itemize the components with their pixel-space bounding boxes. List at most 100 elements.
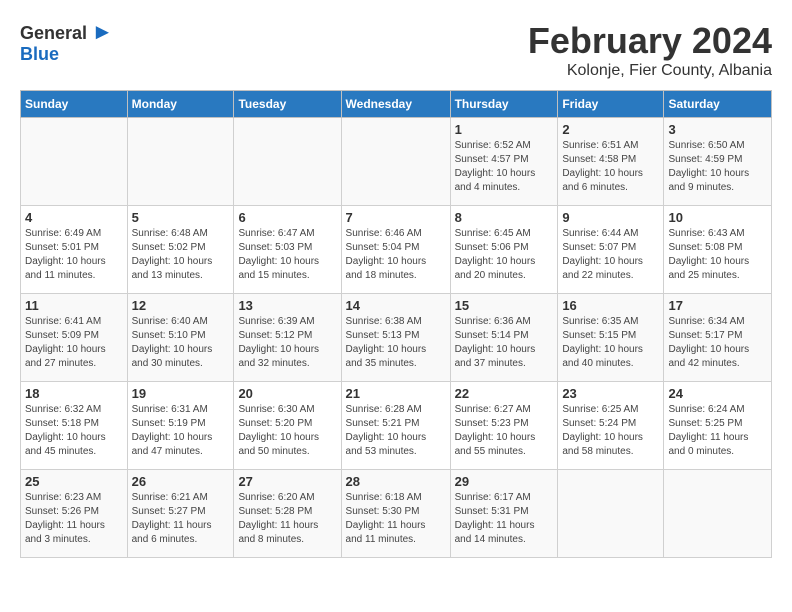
day-info: Sunrise: 6:35 AM Sunset: 5:15 PM Dayligh… [562,315,659,371]
day-info: Sunrise: 6:51 AM Sunset: 4:58 PM Dayligh… [562,139,659,195]
day-info: Sunrise: 6:45 AM Sunset: 5:06 PM Dayligh… [455,227,554,283]
day-info: Sunrise: 6:18 AM Sunset: 5:30 PM Dayligh… [346,491,446,547]
day-number: 14 [346,298,446,313]
calendar-cell: 7 Sunrise: 6:46 AM Sunset: 5:04 PM Daylig… [341,206,450,294]
day-info: Sunrise: 6:21 AM Sunset: 5:27 PM Dayligh… [132,491,230,547]
day-info: Sunrise: 6:24 AM Sunset: 5:25 PM Dayligh… [668,403,767,459]
calendar-week-row: 11 Sunrise: 6:41 AM Sunset: 5:09 PM Dayli… [21,294,772,382]
calendar-cell: 20 Sunrise: 6:30 AM Sunset: 5:20 PM Dayli… [234,382,341,470]
column-header-monday: Monday [127,91,234,118]
day-info: Sunrise: 6:38 AM Sunset: 5:13 PM Dayligh… [346,315,446,371]
calendar-cell: 21Sunrise: 6:28 AM Sunset: 5:21 PM Dayli… [341,382,450,470]
day-number: 12 [132,298,230,313]
day-number: 10 [668,210,767,225]
day-info: Sunrise: 6:36 AM Sunset: 5:14 PM Dayligh… [455,315,554,371]
day-number: 1 [455,122,554,137]
calendar-cell: 24Sunrise: 6:24 AM Sunset: 5:25 PM Dayli… [664,382,772,470]
page-header: General ► Blue February 2024 Kolonje, Fi… [20,20,772,80]
calendar-cell: 15 Sunrise: 6:36 AM Sunset: 5:14 PM Dayli… [450,294,558,382]
calendar-cell: 6 Sunrise: 6:47 AM Sunset: 5:03 PM Daylig… [234,206,341,294]
calendar-cell: 2 Sunrise: 6:51 AM Sunset: 4:58 PM Daylig… [558,118,664,206]
column-header-wednesday: Wednesday [341,91,450,118]
day-number: 28 [346,474,446,489]
calendar-cell [558,470,664,558]
day-number: 15 [455,298,554,313]
calendar-cell: 12 Sunrise: 6:40 AM Sunset: 5:10 PM Dayli… [127,294,234,382]
day-info: Sunrise: 6:41 AM Sunset: 5:09 PM Dayligh… [25,315,123,371]
day-number: 9 [562,210,659,225]
calendar-cell: 28 Sunrise: 6:18 AM Sunset: 5:30 PM Dayli… [341,470,450,558]
day-number: 27 [238,474,336,489]
day-info: Sunrise: 6:43 AM Sunset: 5:08 PM Dayligh… [668,227,767,283]
day-number: 20 [238,386,336,401]
calendar-cell [127,118,234,206]
calendar-cell: 13Sunrise: 6:39 AM Sunset: 5:12 PM Dayli… [234,294,341,382]
calendar-cell: 19Sunrise: 6:31 AM Sunset: 5:19 PM Dayli… [127,382,234,470]
calendar-cell: 10 Sunrise: 6:43 AM Sunset: 5:08 PM Dayli… [664,206,772,294]
calendar-cell: 29Sunrise: 6:17 AM Sunset: 5:31 PM Dayli… [450,470,558,558]
calendar-cell [21,118,128,206]
day-number: 4 [25,210,123,225]
calendar-title: February 2024 [528,20,772,62]
day-info: Sunrise: 6:27 AM Sunset: 5:23 PM Dayligh… [455,403,554,459]
calendar-cell: 23Sunrise: 6:25 AM Sunset: 5:24 PM Dayli… [558,382,664,470]
calendar-cell: 11 Sunrise: 6:41 AM Sunset: 5:09 PM Dayli… [21,294,128,382]
calendar-cell [341,118,450,206]
day-number: 3 [668,122,767,137]
column-header-thursday: Thursday [450,91,558,118]
day-number: 19 [132,386,230,401]
day-number: 23 [562,386,659,401]
calendar-cell: 17 Sunrise: 6:34 AM Sunset: 5:17 PM Dayli… [664,294,772,382]
calendar-cell: 16 Sunrise: 6:35 AM Sunset: 5:15 PM Dayli… [558,294,664,382]
day-info: Sunrise: 6:48 AM Sunset: 5:02 PM Dayligh… [132,227,230,283]
calendar-location: Kolonje, Fier County, Albania [528,62,772,80]
day-number: 17 [668,298,767,313]
day-number: 29 [455,474,554,489]
day-info: Sunrise: 6:49 AM Sunset: 5:01 PM Dayligh… [25,227,123,283]
day-number: 8 [455,210,554,225]
calendar-cell: 4 Sunrise: 6:49 AM Sunset: 5:01 PM Daylig… [21,206,128,294]
day-info: Sunrise: 6:44 AM Sunset: 5:07 PM Dayligh… [562,227,659,283]
day-number: 5 [132,210,230,225]
calendar-cell: 3 Sunrise: 6:50 AM Sunset: 4:59 PM Daylig… [664,118,772,206]
logo-text: General ► [20,20,113,44]
calendar-cell: 14 Sunrise: 6:38 AM Sunset: 5:13 PM Dayli… [341,294,450,382]
day-number: 22 [455,386,554,401]
day-number: 13 [238,298,336,313]
calendar-week-row: 25Sunrise: 6:23 AM Sunset: 5:26 PM Dayli… [21,470,772,558]
day-number: 16 [562,298,659,313]
calendar-cell: 1 Sunrise: 6:52 AM Sunset: 4:57 PM Daylig… [450,118,558,206]
day-number: 11 [25,298,123,313]
calendar-cell [664,470,772,558]
calendar-cell: 18Sunrise: 6:32 AM Sunset: 5:18 PM Dayli… [21,382,128,470]
day-info: Sunrise: 6:34 AM Sunset: 5:17 PM Dayligh… [668,315,767,371]
column-header-sunday: Sunday [21,91,128,118]
calendar-cell: 27 Sunrise: 6:20 AM Sunset: 5:28 PM Dayli… [234,470,341,558]
calendar-cell: 22 Sunrise: 6:27 AM Sunset: 5:23 PM Dayli… [450,382,558,470]
logo: General ► Blue [20,20,113,65]
calendar-title-area: February 2024 Kolonje, Fier County, Alba… [528,20,772,80]
logo-blue-text: Blue [20,44,113,65]
calendar-week-row: 4 Sunrise: 6:49 AM Sunset: 5:01 PM Daylig… [21,206,772,294]
day-number: 2 [562,122,659,137]
day-info: Sunrise: 6:50 AM Sunset: 4:59 PM Dayligh… [668,139,767,195]
day-info: Sunrise: 6:40 AM Sunset: 5:10 PM Dayligh… [132,315,230,371]
calendar-week-row: 1 Sunrise: 6:52 AM Sunset: 4:57 PM Daylig… [21,118,772,206]
calendar-table: SundayMondayTuesdayWednesdayThursdayFrid… [20,90,772,558]
day-info: Sunrise: 6:47 AM Sunset: 5:03 PM Dayligh… [238,227,336,283]
calendar-cell: 25Sunrise: 6:23 AM Sunset: 5:26 PM Dayli… [21,470,128,558]
day-number: 6 [238,210,336,225]
day-info: Sunrise: 6:46 AM Sunset: 5:04 PM Dayligh… [346,227,446,283]
calendar-week-row: 18Sunrise: 6:32 AM Sunset: 5:18 PM Dayli… [21,382,772,470]
day-info: Sunrise: 6:52 AM Sunset: 4:57 PM Dayligh… [455,139,554,195]
day-info: Sunrise: 6:30 AM Sunset: 5:20 PM Dayligh… [238,403,336,459]
day-number: 25 [25,474,123,489]
column-header-saturday: Saturday [664,91,772,118]
column-header-tuesday: Tuesday [234,91,341,118]
day-info: Sunrise: 6:20 AM Sunset: 5:28 PM Dayligh… [238,491,336,547]
day-number: 18 [25,386,123,401]
calendar-header-row: SundayMondayTuesdayWednesdayThursdayFrid… [21,91,772,118]
calendar-cell: 9 Sunrise: 6:44 AM Sunset: 5:07 PM Daylig… [558,206,664,294]
calendar-cell [234,118,341,206]
day-number: 7 [346,210,446,225]
